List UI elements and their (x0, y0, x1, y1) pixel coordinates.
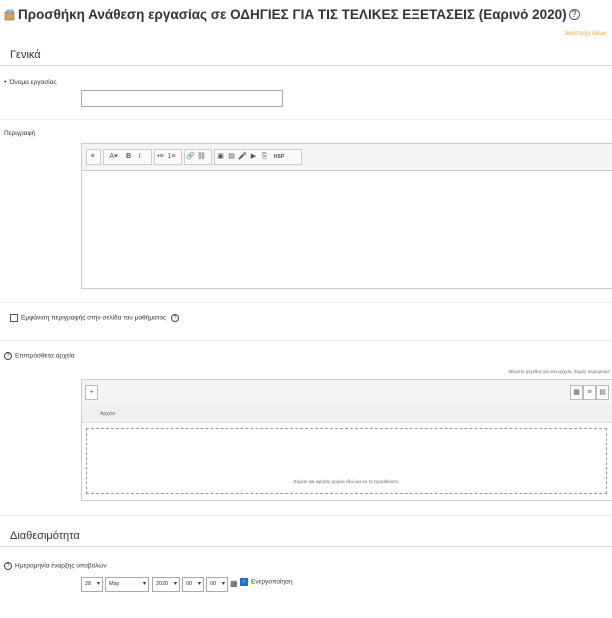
section-divider (0, 65, 612, 66)
files-column-header: Αρχεία (82, 406, 612, 423)
year-select[interactable]: 2020 (152, 577, 180, 592)
description-label: Περιγραφή (4, 130, 36, 137)
icon-view-icon[interactable]: ▦ (570, 385, 583, 400)
media-button[interactable]: ▤ (226, 151, 237, 163)
enable-checkbox[interactable]: ✓ (240, 578, 248, 586)
page-title-text: Προσθήκη Ανάθεση εργασίας σε ΟΔΗΓΙΕΣ ΓΙΑ… (18, 7, 567, 22)
show-description-row: Εμφάνιση περιγραφής στην σελίδα του μαθή… (10, 314, 182, 322)
help-icon[interactable]: ? (4, 562, 12, 570)
toolbar-group-collapse: ≡ (86, 149, 101, 165)
field-divider (0, 515, 612, 516)
toolbar-group-media: ▣ ▤ 🎤 ▶ ⎘ H5P (214, 149, 302, 165)
assignment-name-input[interactable] (81, 90, 283, 107)
month-select[interactable]: May (105, 577, 149, 592)
minute-select[interactable]: 00 (206, 577, 228, 592)
help-icon[interactable]: ? (4, 352, 12, 360)
max-size-note: Μέγιστο μέγεθος για νέα αρχεία: Χωρίς πε… (508, 369, 610, 374)
toolbar-toggle-icon[interactable]: ≡ (87, 151, 98, 163)
help-icon[interactable]: ? (568, 9, 580, 20)
page-title: Προσθήκη Ανάθεση εργασίας σε ΟΔΗΓΙΕΣ ΓΙΑ… (4, 7, 580, 22)
field-divider (0, 340, 612, 341)
editor-toolbar: ≡ A▾ B I •≡ 1≡ 🔗 ⛓ ▣ ▤ 🎤 ▶ ⎘ H5P (82, 144, 612, 171)
show-description-label: Εμφάνιση περιγραφής στην σελίδα του μαθή… (21, 314, 167, 322)
record-audio-button[interactable]: 🎤 (237, 151, 248, 163)
bold-button[interactable]: B (123, 151, 134, 163)
toolbar-group-style: A▾ B I (103, 149, 152, 165)
show-description-checkbox[interactable] (10, 314, 18, 322)
toolbar-group-lists: •≡ 1≡ (154, 149, 182, 165)
italic-button[interactable]: I (134, 151, 145, 163)
section-general-heading[interactable]: Γενικά (10, 49, 41, 61)
list-view-icon[interactable]: ≡ (583, 385, 596, 400)
help-icon[interactable]: ? (170, 314, 179, 322)
record-video-button[interactable]: ▶ (248, 151, 259, 163)
enable-row: ✓ Ενεργοποίηση (240, 578, 293, 586)
section-availability-heading[interactable]: Διαθεσιμότητα (10, 530, 80, 542)
enable-label: Ενεργοποίηση (251, 578, 293, 586)
start-date-label-row: ? Ημερομηνία έναρξης υποβολών (4, 562, 107, 570)
ordered-list-button[interactable]: 1≡ (166, 151, 177, 163)
file-picker-toolbar: + ▦ ≡ ▤ (82, 380, 612, 407)
file-dropzone[interactable]: Σύρετε και αφήστε αρχεία εδώ για να τα π… (86, 428, 607, 494)
manage-files-button[interactable]: ⎘ (259, 151, 270, 163)
section-divider (0, 546, 612, 547)
add-file-icon[interactable]: + (85, 385, 98, 400)
link-button[interactable]: 🔗 (185, 151, 196, 163)
calendar-icon[interactable]: ▦ (230, 579, 238, 588)
field-divider (0, 302, 612, 303)
unlink-button[interactable]: ⛓ (196, 151, 207, 163)
file-picker: + ▦ ≡ ▤ Αρχεία Σύρετε και αφήστε αρχεία … (81, 379, 612, 501)
toolbar-group-links: 🔗 ⛓ (184, 149, 212, 165)
description-editor[interactable]: ≡ A▾ B I •≡ 1≡ 🔗 ⛓ ▣ ▤ 🎤 ▶ ⎘ H5P (81, 143, 612, 289)
hour-select[interactable]: 00 (182, 577, 204, 592)
required-icon: • (4, 79, 7, 86)
unordered-list-button[interactable]: •≡ (155, 151, 166, 163)
name-field-label: • Όνομα εργασίας (4, 79, 57, 86)
field-divider (0, 119, 612, 120)
dropzone-text: Σύρετε και αφήστε αρχεία εδώ για να τα π… (293, 479, 400, 484)
expand-all-link[interactable]: Ανάπτυξη όλων (564, 31, 606, 37)
day-select[interactable]: 28 (81, 577, 103, 592)
h5p-button[interactable]: H5P (270, 151, 288, 163)
additional-files-label-row: ? Επιπρόσθετα αρχεία (4, 352, 75, 360)
assignment-icon (4, 9, 16, 21)
image-button[interactable]: ▣ (215, 151, 226, 163)
paragraph-style-button[interactable]: A▾ (104, 151, 123, 163)
tree-view-icon[interactable]: ▤ (596, 385, 609, 400)
